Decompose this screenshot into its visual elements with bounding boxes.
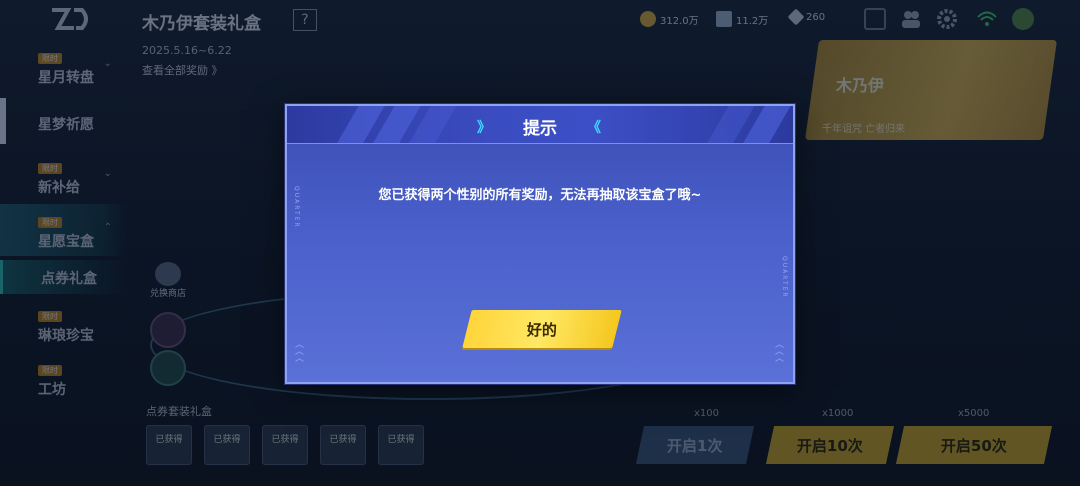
cost-open-10: x1000	[822, 408, 854, 419]
chevron-up-decoration-icon: ︿ ︿ ︿	[775, 340, 785, 364]
sidebar-item-label: 星愿宝盒	[38, 234, 94, 250]
sidebar-item-workshop[interactable]: 限时 工坊	[0, 352, 128, 404]
diamond-currency: 260	[787, 8, 826, 26]
cost-open-1: x100	[694, 408, 720, 419]
male-gender-button[interactable]	[150, 350, 186, 386]
sidebar-tag: 限时	[38, 53, 62, 64]
gear-icon[interactable]	[936, 8, 958, 30]
sidebar-item-label: 琳琅珍宝	[38, 328, 94, 344]
sidebar-tag: 限时	[38, 163, 62, 174]
reward-slot[interactable]: 已获得	[204, 425, 250, 465]
shop-label: 兑换商店	[149, 289, 186, 299]
reward-slot[interactable]: 已获得	[146, 425, 192, 465]
coupon-gift-box-label: 点券套装礼盒	[146, 405, 212, 418]
ok-button-label: 好的	[526, 320, 557, 339]
reward-slot[interactable]: 已获得	[262, 425, 308, 465]
slot-status: 已获得	[387, 435, 415, 445]
dialog-title: 提示	[523, 119, 557, 139]
gold-amount: 312.0万	[660, 15, 699, 27]
slot-status: 已获得	[271, 435, 299, 445]
ticket-amount: 11.2万	[736, 15, 769, 27]
reward-card-name: 木乃伊	[836, 76, 885, 95]
gold-coin-icon	[640, 11, 656, 27]
chevron-up-decoration-icon: ︿ ︿ ︿	[295, 340, 305, 364]
battery-icon	[864, 8, 886, 30]
reward-slot[interactable]: 已获得	[378, 425, 424, 465]
sidebar-item-label: 星月转盘	[38, 70, 94, 86]
open-1-button[interactable]: 开启1次	[635, 426, 755, 464]
slot-status: 已获得	[213, 435, 241, 445]
wifi-icon	[977, 11, 997, 26]
chevron-down-icon: ⌄	[103, 168, 112, 179]
exchange-shop-button[interactable]: 兑换商店	[146, 262, 190, 302]
diamond-amount: 260	[806, 11, 826, 23]
reward-slot[interactable]: 已获得	[320, 425, 366, 465]
page-title: 木乃伊套装礼盒	[142, 14, 261, 34]
open-10-button[interactable]: 开启10次	[765, 426, 895, 464]
sidebar-item-label: 星梦祈愿	[38, 117, 94, 133]
ok-button[interactable]: 好的	[462, 310, 622, 348]
sidebar-item-star-dream-wish[interactable]: 星梦祈愿	[0, 100, 128, 152]
slot-status: 已获得	[329, 435, 357, 445]
sidebar-tag: 限时	[38, 217, 62, 228]
sidebar-item-label: 点券礼盒	[41, 271, 97, 287]
sidebar-tag: 限时	[38, 311, 62, 322]
chevron-down-icon: ⌄	[103, 58, 112, 69]
gold-currency: 312.0万	[640, 11, 699, 27]
sidebar-tag: 限时	[38, 365, 62, 376]
sidebar-item-label: 新补给	[38, 180, 80, 196]
ticket-currency: 11.2万	[716, 11, 768, 27]
event-date-range: 2025.5.16~6.22	[142, 44, 232, 57]
cost-open-50: x5000	[958, 408, 990, 419]
game-logo-icon	[52, 8, 88, 30]
sidebar-item-coupon-gift-box[interactable]: 点券礼盒	[0, 260, 128, 294]
slot-status: 已获得	[155, 435, 183, 445]
left-edge-handle	[0, 98, 6, 144]
ticket-icon	[716, 11, 732, 27]
female-gender-button[interactable]	[150, 312, 186, 348]
sidebar-item-treasure[interactable]: 限时 琳琅珍宝	[0, 298, 128, 350]
open-50-button[interactable]: 开启50次	[895, 426, 1053, 464]
profile-avatar[interactable]	[1012, 8, 1034, 30]
dialog-header: 》 提示 《	[287, 106, 793, 144]
shop-icon	[155, 262, 181, 286]
edge-decoration-text: QUARTER	[781, 256, 788, 299]
tip-dialog: 》 提示 《 QUARTER QUARTER ︿ ︿ ︿ ︿ ︿ ︿ 您已获得两个性别的…	[285, 104, 795, 384]
help-button[interactable]: ?	[293, 9, 317, 31]
friends-icon[interactable]	[900, 8, 922, 30]
sidebar-item-new-supply[interactable]: 限时 新补给 ⌄	[0, 150, 128, 202]
sidebar-item-star-wish-box[interactable]: 限时 星愿宝盒 ⌃	[0, 204, 128, 256]
sidebar-item-star-moon-wheel[interactable]: 限时 星月转盘 ⌄	[0, 40, 128, 92]
reward-card-subtitle: 千年诅咒 亡者归来	[822, 124, 906, 135]
view-all-rewards-link[interactable]: 查看全部奖励 》	[142, 62, 223, 78]
sidebar-item-label: 工坊	[38, 382, 66, 398]
chevron-up-icon: ⌃	[103, 222, 112, 233]
dialog-message: 您已获得两个性别的所有奖励，无法再抽取该宝盒了哦~	[378, 188, 702, 203]
diamond-icon	[787, 8, 805, 26]
double-chevron-left-icon: 《	[587, 120, 601, 136]
